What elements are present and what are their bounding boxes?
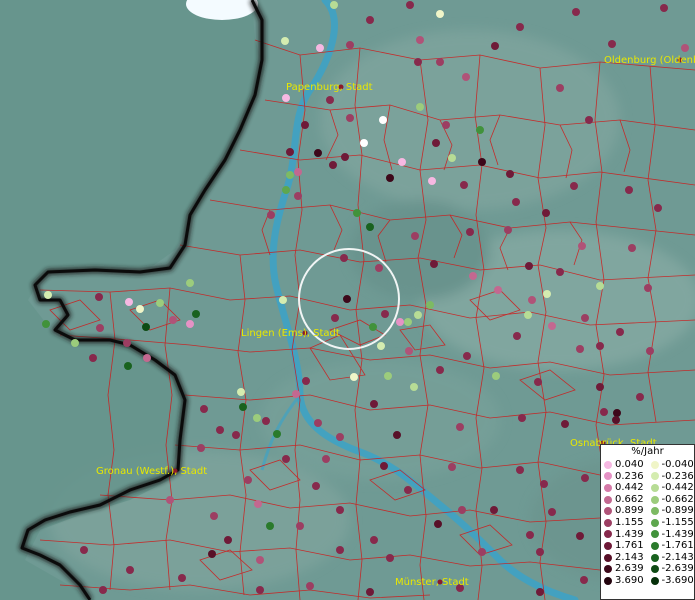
legend-value: 0.442 [615,482,644,494]
legend-value: -1.155 [661,516,694,528]
legend-entry-decrease: -1.761 [648,540,695,552]
legend-rows: 0.040 -0.040 0.236 -0.236 0.442 -0.442 0.662 -0… [601,459,694,587]
legend-value: 0.040 [615,459,644,470]
legend-entry-decrease: -2.639 [648,563,695,575]
city-label-lingen: Lingen (Ems), Stadt [241,328,340,339]
legend-value: 1.439 [615,528,644,540]
legend-value: -2.639 [661,563,694,575]
legend-value: 0.236 [615,470,644,482]
legend-entry-decrease: -0.040 [648,459,695,471]
legend-row: 0.899 -0.899 [601,505,694,517]
legend-row: 3.690 -3.690 [601,575,694,587]
legend-value: -2.143 [661,551,694,563]
legend-value: -0.040 [661,459,694,470]
city-muenster[interactable]: Münster, Stadt [395,577,469,588]
legend-value: 1.155 [615,516,644,528]
legend-value: -1.761 [661,540,694,552]
legend-entry-decrease: -0.236 [648,471,695,483]
legend-entry-increase: 0.899 [601,505,648,517]
legend-row: 0.236 -0.236 [601,471,694,483]
legend-swatch [650,576,659,585]
legend-swatch [650,507,659,516]
legend-swatch [604,472,612,481]
city-oldenburg[interactable]: Oldenburg (Oldenburg) [604,55,695,66]
legend-swatch [604,565,612,574]
legend-swatch [650,518,659,527]
legend-swatch [650,495,659,504]
city-label-papenburg: Papenburg, Stadt [286,82,373,93]
legend-value: 0.899 [615,505,644,517]
map-canvas[interactable]: Papenburg, Stadt Oldenburg (Oldenburg) L… [0,0,695,600]
legend-entry-increase: 1.439 [601,529,648,541]
city-lingen[interactable]: Lingen (Ems), Stadt [241,328,340,339]
legend-entry-decrease: -0.662 [648,494,695,506]
legend-swatch [604,541,612,550]
legend-value: 2.639 [615,563,644,575]
legend-entry-decrease: -0.442 [648,482,695,494]
city-label-muenster: Münster, Stadt [395,577,469,588]
legend: %/Jahr 0.040 -0.040 0.236 -0.236 0.442 -0.442… [600,444,695,600]
legend-row: 0.662 -0.662 [601,494,694,506]
legend-swatch [650,530,659,539]
legend-value: -0.442 [661,482,694,494]
city-papenburg[interactable]: Papenburg, Stadt [286,82,373,93]
legend-value: -1.439 [661,528,694,540]
legend-swatch [650,541,659,550]
legend-row: 0.040 -0.040 [601,459,694,471]
legend-entry-increase: 0.236 [601,471,648,483]
legend-value: 2.143 [615,551,644,563]
legend-entry-increase: 1.155 [601,517,648,529]
legend-value: 0.662 [615,493,644,505]
city-gronau[interactable]: Gronau (Westf.), Stadt [96,466,207,477]
legend-row: 2.639 -2.639 [601,563,694,575]
city-label-gronau: Gronau (Westf.), Stadt [96,466,207,477]
legend-row: 2.143 -2.143 [601,552,694,564]
legend-swatch [604,553,612,562]
legend-entry-increase: 3.690 [601,575,648,587]
legend-value: -0.236 [661,470,694,482]
legend-entry-increase: 2.639 [601,563,648,575]
legend-swatch [604,576,612,585]
legend-swatch [650,460,659,469]
legend-entry-decrease: -0.899 [648,505,695,517]
legend-row: 1.761 -1.761 [601,540,694,552]
legend-swatch [604,495,612,504]
legend-entry-decrease: -1.155 [648,517,695,529]
legend-value: 1.761 [615,540,644,552]
legend-entry-decrease: -3.690 [648,575,695,587]
legend-value: -0.662 [661,493,694,505]
legend-entry-increase: 0.662 [601,494,648,506]
legend-row: 1.439 -1.439 [601,529,694,541]
legend-entry-decrease: -1.439 [648,529,695,541]
legend-row: 1.155 -1.155 [601,517,694,529]
legend-title: %/Jahr [631,446,664,457]
legend-entry-increase: 0.040 [601,459,648,471]
legend-swatch [604,530,612,539]
legend-entry-increase: 2.143 [601,552,648,564]
legend-swatch [604,507,612,516]
legend-value: -3.690 [661,574,694,586]
legend-swatch [604,518,612,527]
legend-swatch [650,565,659,574]
legend-swatch [650,553,659,562]
legend-swatch [650,472,659,481]
legend-row: 0.442 -0.442 [601,482,694,494]
legend-swatch [604,460,612,469]
legend-swatch [604,483,612,492]
legend-entry-increase: 1.761 [601,540,648,552]
legend-entry-increase: 0.442 [601,482,648,494]
legend-swatch [650,483,659,492]
city-label-oldenburg: Oldenburg (Oldenburg) [604,55,695,66]
legend-value: 3.690 [615,574,644,586]
legend-entry-decrease: -2.143 [648,552,695,564]
legend-value: -0.899 [661,505,694,517]
